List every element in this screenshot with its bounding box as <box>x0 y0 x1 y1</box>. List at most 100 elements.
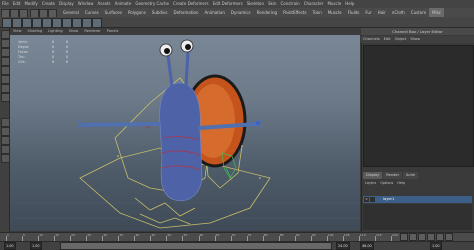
shelf-tab[interactable]: Fluids <box>345 8 363 17</box>
shelf-tool-icon[interactable] <box>22 18 32 28</box>
channel-box-menu-item[interactable]: Object <box>393 36 409 43</box>
last-tool-icon[interactable] <box>1 93 10 102</box>
timeline-tick-label: 1 <box>7 233 9 237</box>
channel-box-menu-item[interactable]: Channels <box>361 36 382 43</box>
poly-count-hud: Verts: 0 0 Edges: 0 0 Faces: 0 0 Tris: 0 0 UVs: 0 0 <box>18 40 88 65</box>
layer-row[interactable]: V layer1 <box>363 196 472 203</box>
menu-item[interactable]: Muscle <box>325 0 343 8</box>
shelf-tool-icon[interactable] <box>92 18 102 28</box>
timeline-tick-label: 80 <box>263 233 268 237</box>
shelf-tab[interactable]: Custom <box>408 8 429 17</box>
viewport-menu-item[interactable]: Shading <box>25 28 46 35</box>
shelf-tab[interactable]: PaintEffects <box>280 8 310 17</box>
menu-item[interactable]: Window <box>76 0 96 8</box>
shelf-tab[interactable]: nCloth <box>389 8 408 17</box>
channel-box-area[interactable] <box>363 45 474 167</box>
viewport-menu-item[interactable]: Renderer <box>81 28 103 35</box>
shelf-tool-icon[interactable] <box>2 18 12 28</box>
shelf-tab[interactable]: Toon <box>310 8 325 17</box>
menu-item[interactable]: Create <box>40 0 57 8</box>
shelf-tool-icon[interactable] <box>32 18 42 28</box>
layer-menu-item[interactable]: Options <box>378 180 395 186</box>
manipulator-icon[interactable] <box>1 84 10 93</box>
shelf-tool-icon[interactable] <box>52 18 62 28</box>
viewport-menu-item[interactable]: Lighting <box>45 28 66 35</box>
shelf-tab[interactable]: Animation <box>202 8 228 17</box>
layer-editor-menu: Layers Options Help <box>363 180 407 186</box>
layer-playback-toggle[interactable] <box>370 197 375 202</box>
shelf-tab[interactable]: Rendering <box>254 8 280 17</box>
shelf-tab[interactable]: Muscle <box>325 8 345 17</box>
channel-box-menu-item[interactable]: Edit <box>382 36 393 43</box>
timeline-tick-label: 15 <box>55 233 59 237</box>
shelf-tab[interactable]: Surfaces <box>102 8 125 17</box>
menu-item[interactable]: Character <box>302 0 326 8</box>
shelf-tool-icon[interactable] <box>82 18 92 28</box>
layout-two-icon[interactable] <box>1 136 10 145</box>
rotate-tool-icon[interactable] <box>1 66 10 75</box>
layer-visibility-toggle[interactable]: V <box>364 197 369 202</box>
viewport-menu-item[interactable]: Show <box>66 28 82 35</box>
layer-list-empty <box>363 204 472 230</box>
shelf-tab[interactable]: Dynamics <box>228 8 254 17</box>
menu-item[interactable]: Edit <box>11 0 23 8</box>
layer-menu-item[interactable]: Layers <box>363 180 378 186</box>
menu-item[interactable]: Create Deformers <box>171 0 211 8</box>
viewport-menu-item[interactable]: View <box>10 28 25 35</box>
menu-item[interactable]: Animate <box>113 0 134 8</box>
shelf-tab[interactable]: General <box>60 8 82 17</box>
channel-box-title: Channel Box / Layer Editor <box>361 28 474 35</box>
shelf-tab[interactable]: Fur <box>362 8 374 17</box>
layout-persp-graph-icon[interactable] <box>1 145 10 154</box>
go-to-end-icon[interactable] <box>445 233 453 241</box>
menu-item[interactable]: Constrain <box>279 0 302 8</box>
layout-outliner-icon[interactable] <box>1 154 10 163</box>
timeline-tick-label: 40 <box>135 233 140 237</box>
left-arm[interactable] <box>82 122 162 127</box>
menu-item[interactable]: Edit Deformers <box>211 0 245 8</box>
move-tool-icon[interactable] <box>1 57 10 66</box>
menu-item[interactable]: Assets <box>96 0 113 8</box>
timeline-tick-label: 60 <box>199 233 204 237</box>
menu-item[interactable]: Modify <box>22 0 39 8</box>
timeline-tick-label: 20 <box>71 233 75 237</box>
layer-tab[interactable]: Anim <box>403 172 419 179</box>
select-tool-icon[interactable] <box>1 30 10 39</box>
play-forward-icon[interactable] <box>427 233 435 241</box>
step-back-icon[interactable] <box>409 233 417 241</box>
shelf-tool-icon[interactable] <box>72 18 82 28</box>
shelf-tool-icon[interactable] <box>42 18 52 28</box>
shelf-tab[interactable]: Curves <box>82 8 102 17</box>
menu-item[interactable]: Geometry Cache <box>133 0 171 8</box>
shelf-tab[interactable]: Hair <box>375 8 389 17</box>
timeline-tick-label: 30 <box>103 233 108 237</box>
shelf-tab[interactable]: Polygons <box>125 8 149 17</box>
shelf-tab[interactable]: Deformation <box>171 8 202 17</box>
go-to-start-icon[interactable] <box>400 233 408 241</box>
layout-four-icon[interactable] <box>1 127 10 136</box>
viewport-menu-item[interactable]: Panels <box>104 28 122 35</box>
menu-item[interactable]: Help <box>343 0 356 8</box>
menu-item[interactable]: File <box>0 0 11 8</box>
layer-tab[interactable]: Display <box>363 172 383 179</box>
timeline-tick-label: 115 <box>375 233 382 237</box>
step-forward-icon[interactable] <box>436 233 444 241</box>
snail-body[interactable] <box>159 82 203 202</box>
shelf-tab[interactable]: Misc <box>429 8 444 17</box>
lasso-tool-icon[interactable] <box>1 39 10 48</box>
menu-item[interactable]: Skin <box>266 0 279 8</box>
timeline-tick-label: 90 <box>295 233 300 237</box>
menu-item[interactable]: Display <box>57 0 76 8</box>
shelf-tool-icon[interactable] <box>62 18 72 28</box>
shelf-tabs: General Curves Surfaces Polygons Subdivs Defo… <box>60 8 444 17</box>
shelf-tool-icon[interactable] <box>12 18 22 28</box>
layout-single-icon[interactable] <box>1 118 10 127</box>
scale-tool-icon[interactable] <box>1 75 10 84</box>
paint-select-icon[interactable] <box>1 48 10 57</box>
shelf-tab[interactable]: Subdivs <box>149 8 171 17</box>
menu-item[interactable]: Skeleton <box>245 0 266 8</box>
play-backward-icon[interactable] <box>418 233 426 241</box>
channel-box-menu-item[interactable]: Show <box>408 36 422 43</box>
layer-menu-item[interactable]: Help <box>395 180 407 186</box>
layer-tab[interactable]: Render <box>383 172 403 179</box>
